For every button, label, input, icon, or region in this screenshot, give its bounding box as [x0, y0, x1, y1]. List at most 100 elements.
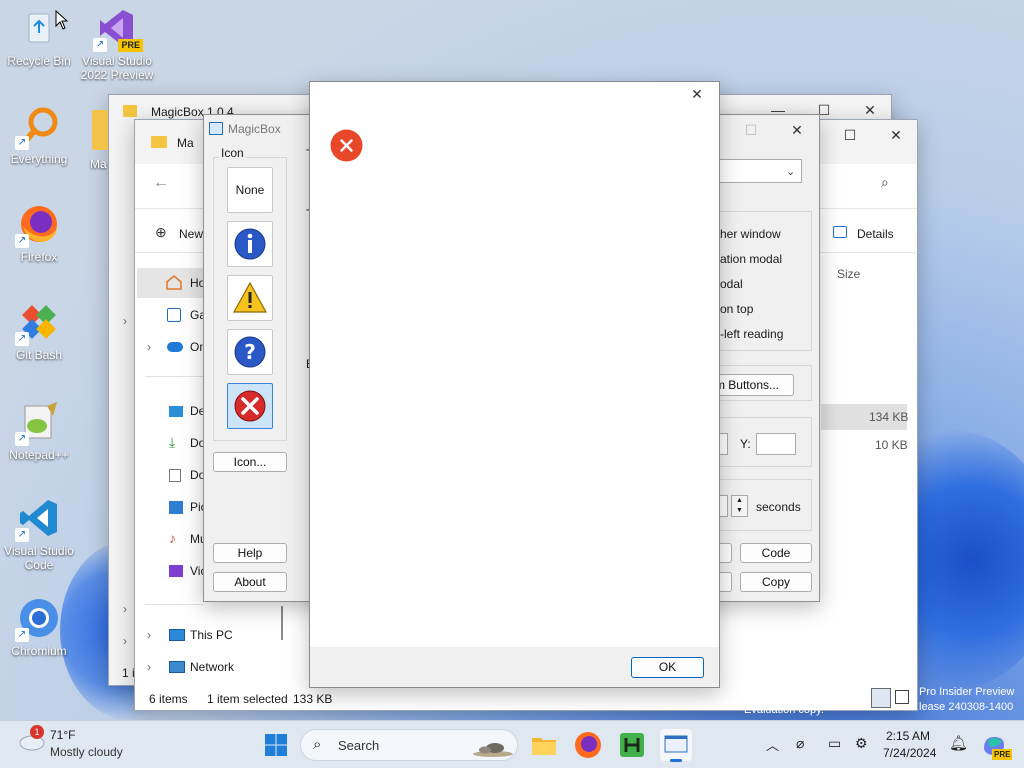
download-icon: ⤓	[169, 434, 176, 450]
start-button[interactable]	[260, 729, 292, 761]
option-always-on-top[interactable]: on top	[720, 302, 753, 316]
divider	[145, 376, 203, 377]
nav-item-network[interactable]: Network	[190, 660, 234, 674]
notification-bell-icon[interactable]: 🔔︎	[949, 734, 968, 752]
new-button[interactable]: New	[179, 227, 203, 241]
chevron-up-icon[interactable]: ︿	[766, 735, 779, 754]
icon-none-button[interactable]: None	[227, 167, 273, 213]
option-owner-window[interactable]: her window	[720, 227, 781, 241]
taskbar-magicbox[interactable]	[660, 729, 692, 762]
taskbar-search-box[interactable]: ⌕ Search	[300, 729, 518, 761]
custom-buttons-button[interactable]: m Buttons...	[712, 374, 794, 396]
music-icon: ♪	[169, 530, 176, 546]
chevron-right-icon[interactable]: ›	[147, 628, 151, 642]
close-button[interactable]: ✕	[774, 115, 820, 145]
details-view-button[interactable]	[871, 688, 891, 708]
nav-scrollbar[interactable]	[281, 606, 283, 640]
about-label: About	[234, 575, 266, 589]
desktop-icon-firefox[interactable]: ↗ Firefox	[0, 202, 78, 264]
shortcut-arrow-icon: ↗	[15, 136, 29, 150]
about-button[interactable]: About	[213, 572, 287, 592]
help-button[interactable]: Help	[213, 543, 287, 563]
active-indicator	[670, 759, 682, 762]
accessibility-icon[interactable]: ⚙	[855, 735, 868, 752]
network-offline-icon[interactable]: ⌀	[796, 735, 804, 752]
watermark-text: Pro Insider Preview	[919, 686, 1015, 698]
desktop-icon-notepad-plus-plus[interactable]: ↗ Notepad++	[0, 400, 78, 462]
nav-item-this-pc[interactable]: This PC	[190, 628, 233, 642]
firefox-icon	[575, 732, 601, 758]
tiles-view-button[interactable]	[895, 690, 909, 704]
mouse-cursor-icon	[55, 9, 69, 33]
shortcut-arrow-icon: ↗	[15, 234, 29, 248]
visual-studio-icon: PRE ↗	[93, 6, 143, 52]
question-icon: ?	[234, 336, 266, 368]
notepad-plus-plus-icon: ↗	[15, 400, 61, 446]
code-button[interactable]: Code	[740, 543, 812, 563]
window-title: MagicBox	[228, 122, 281, 136]
chevron-right-icon[interactable]: ›	[123, 602, 127, 616]
icon-warning-button[interactable]	[227, 275, 273, 321]
pictures-icon	[169, 501, 183, 514]
weather-desc[interactable]: Mostly cloudy	[50, 745, 123, 759]
back-arrow-icon[interactable]: ←	[153, 174, 169, 192]
taskbar: 1 71°F Mostly cloudy ⌕ Search ︿ ⌀ ▭ ⚙ 2:…	[0, 720, 1024, 768]
svg-text:?: ?	[244, 340, 256, 364]
close-button[interactable]: ✕	[873, 120, 919, 150]
option-right-to-left[interactable]: -left reading	[720, 327, 783, 341]
message-box-dialog[interactable]: ✕ OK	[309, 81, 720, 688]
maximize-button[interactable]: ☐	[827, 120, 873, 150]
option-application-modal[interactable]: ation modal	[720, 252, 782, 266]
weather-temp[interactable]: 71°F	[50, 728, 75, 742]
folder-icon	[532, 738, 556, 755]
clock-time[interactable]: 2:15 AM	[886, 729, 930, 743]
ok-label: OK	[658, 660, 677, 674]
close-button[interactable]: ✕	[674, 79, 720, 109]
shortcut-arrow-icon: ↗	[93, 38, 107, 52]
pre-badge: PRE	[992, 749, 1013, 760]
desktop-icon-visual-studio-2022[interactable]: PRE ↗ Visual Studio 2022 Preview	[78, 6, 156, 82]
search-icon[interactable]: ⌕	[881, 174, 889, 191]
network-icon	[169, 661, 185, 673]
icon-group-label: Icon	[219, 146, 246, 160]
taskbar-hstart[interactable]	[616, 729, 648, 761]
status-selection: 1 item selected	[207, 692, 288, 706]
weather-widget[interactable]: 1	[16, 725, 46, 751]
option-system-modal[interactable]: odal	[720, 277, 743, 291]
icon-question-button[interactable]: ?	[227, 329, 273, 375]
clock-date[interactable]: 7/24/2024	[883, 746, 936, 760]
desktop-icon-label: Git Bash	[15, 348, 63, 362]
pre-badge: PRE	[118, 39, 143, 52]
taskbar-firefox[interactable]	[572, 729, 604, 761]
app-window-icon	[664, 735, 688, 753]
shortcut-arrow-icon: ↗	[15, 528, 29, 542]
help-label: Help	[237, 546, 263, 560]
ok-button[interactable]: OK	[631, 657, 704, 678]
chevron-right-icon[interactable]: ›	[123, 634, 127, 648]
details-button[interactable]: Details	[857, 227, 894, 241]
icon-browse-button[interactable]: Icon...	[213, 452, 287, 472]
desktop-icon-label: Visual Studio 2022 Preview	[80, 54, 154, 82]
timeout-spinner[interactable]: ▲ ▼	[731, 495, 748, 517]
chevron-right-icon[interactable]: ›	[147, 340, 151, 354]
icon-information-button[interactable]	[227, 221, 273, 267]
desktop-icon-everything[interactable]: ↗ Everything	[0, 104, 78, 166]
column-header-size[interactable]: Size	[837, 267, 860, 281]
chevron-right-icon[interactable]: ›	[147, 660, 151, 674]
maximize-button[interactable]: ☐	[728, 115, 774, 145]
shortcut-arrow-icon: ↗	[15, 628, 29, 642]
file-size: 134 KB	[869, 410, 909, 424]
chevron-right-icon[interactable]: ›	[123, 314, 127, 328]
documents-icon	[169, 469, 181, 482]
desktop-icon-git-bash[interactable]: ↗ Git Bash	[0, 300, 78, 362]
copilot-button[interactable]: PRE	[978, 729, 1013, 761]
icon-error-button[interactable]	[227, 383, 273, 429]
desktop-icon-vscode[interactable]: ↗ Visual Studio Code	[0, 496, 78, 572]
display-icon[interactable]: ▭	[828, 735, 841, 752]
taskbar-file-explorer[interactable]	[528, 729, 560, 761]
desktop-icon-chromium[interactable]: ↗ Chromium	[0, 596, 78, 658]
y-position-input[interactable]	[756, 433, 796, 455]
copy-label: Copy	[761, 575, 790, 589]
desktop-icon-label: Chromium	[11, 644, 67, 658]
copy-button[interactable]: Copy	[740, 572, 812, 592]
